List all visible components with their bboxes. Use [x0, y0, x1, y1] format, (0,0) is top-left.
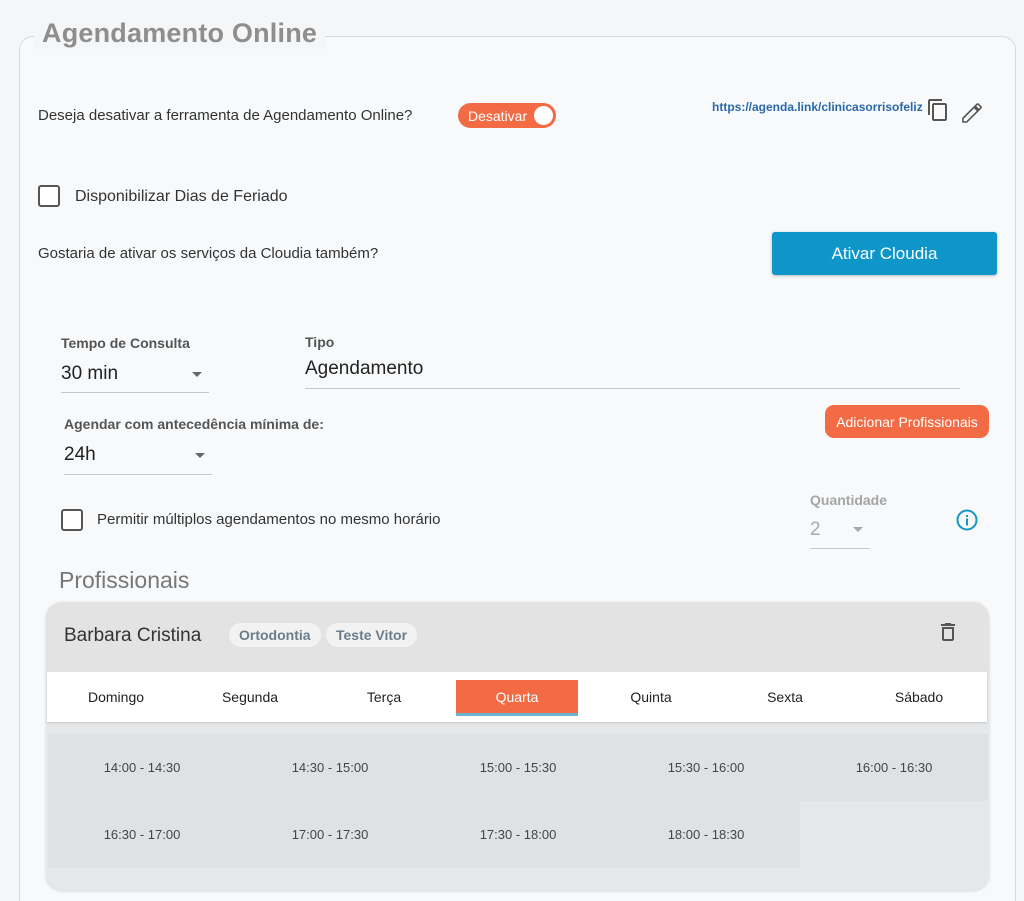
- agenda-link[interactable]: https://agenda.link/clinicasorrisofeliz: [712, 100, 923, 114]
- tab-quarta[interactable]: Quarta: [456, 680, 578, 716]
- activate-cloudia-button[interactable]: Ativar Cloudia: [772, 232, 997, 275]
- time-slot[interactable]: 14:30 - 15:00: [236, 734, 424, 801]
- professional-card-header: Barbara Cristina Ortodontia Teste Vitor: [46, 602, 989, 672]
- holiday-label: Disponibilizar Dias de Feriado: [75, 188, 288, 205]
- tipo-label: Tipo: [305, 334, 335, 350]
- tab-terca[interactable]: Terça: [323, 680, 445, 716]
- toggle-knob: [534, 106, 553, 125]
- weekday-tabs: Domingo Segunda Terça Quarta Quinta Sext…: [47, 672, 987, 722]
- edit-icon[interactable]: [960, 101, 984, 125]
- time-slot[interactable]: 15:30 - 16:00: [612, 734, 800, 801]
- consult-time-underline: [61, 392, 209, 393]
- professionals-title: Profissionais: [59, 567, 190, 593]
- professional-name: Barbara Cristina: [64, 625, 202, 646]
- tipo-field[interactable]: Agendamento: [305, 358, 423, 380]
- time-slot[interactable]: 17:30 - 18:00: [424, 801, 612, 868]
- professional-card: Barbara Cristina Ortodontia Teste Vitor …: [46, 602, 989, 890]
- tab-sabado[interactable]: Sábado: [858, 680, 980, 716]
- tab-segunda[interactable]: Segunda: [189, 680, 311, 716]
- advance-label: Agendar com antecedência mínima de:: [64, 416, 324, 432]
- multiple-label: Permitir múltiplos agendamentos no mesmo…: [97, 511, 441, 528]
- deactivate-question: Deseja desativar a ferramenta de Agendam…: [38, 107, 413, 124]
- tab-sexta[interactable]: Sexta: [724, 680, 846, 716]
- quantidade-underline: [810, 548, 870, 549]
- specialty-chip: Teste Vitor: [326, 623, 418, 647]
- toggle-label: Desativar: [468, 108, 528, 124]
- consult-time-label: Tempo de Consulta: [61, 335, 190, 351]
- time-slot[interactable]: 16:30 - 17:00: [48, 801, 236, 868]
- quantidade-select[interactable]: 2: [810, 519, 821, 541]
- multiple-checkbox[interactable]: [61, 509, 83, 531]
- add-professionals-button[interactable]: Adicionar Profissionais: [825, 405, 989, 438]
- tab-quinta[interactable]: Quinta: [590, 680, 712, 716]
- chevron-down-icon[interactable]: [195, 453, 205, 458]
- consult-time-select[interactable]: 30 min: [61, 363, 118, 385]
- holiday-checkbox[interactable]: [38, 185, 60, 207]
- advance-select[interactable]: 24h: [64, 444, 96, 466]
- time-slot[interactable]: 17:00 - 17:30: [236, 801, 424, 868]
- deactivate-toggle[interactable]: Desativar: [458, 103, 556, 128]
- time-slot[interactable]: 16:00 - 16:30: [800, 734, 988, 801]
- specialty-chip: Ortodontia: [229, 623, 321, 647]
- copy-icon[interactable]: [926, 98, 950, 122]
- cloudia-question: Gostaria de ativar os serviços da Cloudi…: [38, 245, 379, 262]
- page-title: Agendamento Online: [34, 18, 326, 49]
- time-slot[interactable]: 14:00 - 14:30: [48, 734, 236, 801]
- chevron-down-icon[interactable]: [192, 372, 202, 377]
- time-slot[interactable]: 18:00 - 18:30: [612, 801, 800, 868]
- tipo-underline: [305, 388, 960, 389]
- quantidade-label: Quantidade: [810, 492, 888, 508]
- info-icon[interactable]: [955, 508, 979, 532]
- advance-underline: [64, 474, 212, 475]
- chevron-down-icon[interactable]: [853, 527, 863, 532]
- trash-icon[interactable]: [936, 620, 960, 644]
- time-slot[interactable]: 15:00 - 15:30: [424, 734, 612, 801]
- tab-domingo[interactable]: Domingo: [55, 680, 177, 716]
